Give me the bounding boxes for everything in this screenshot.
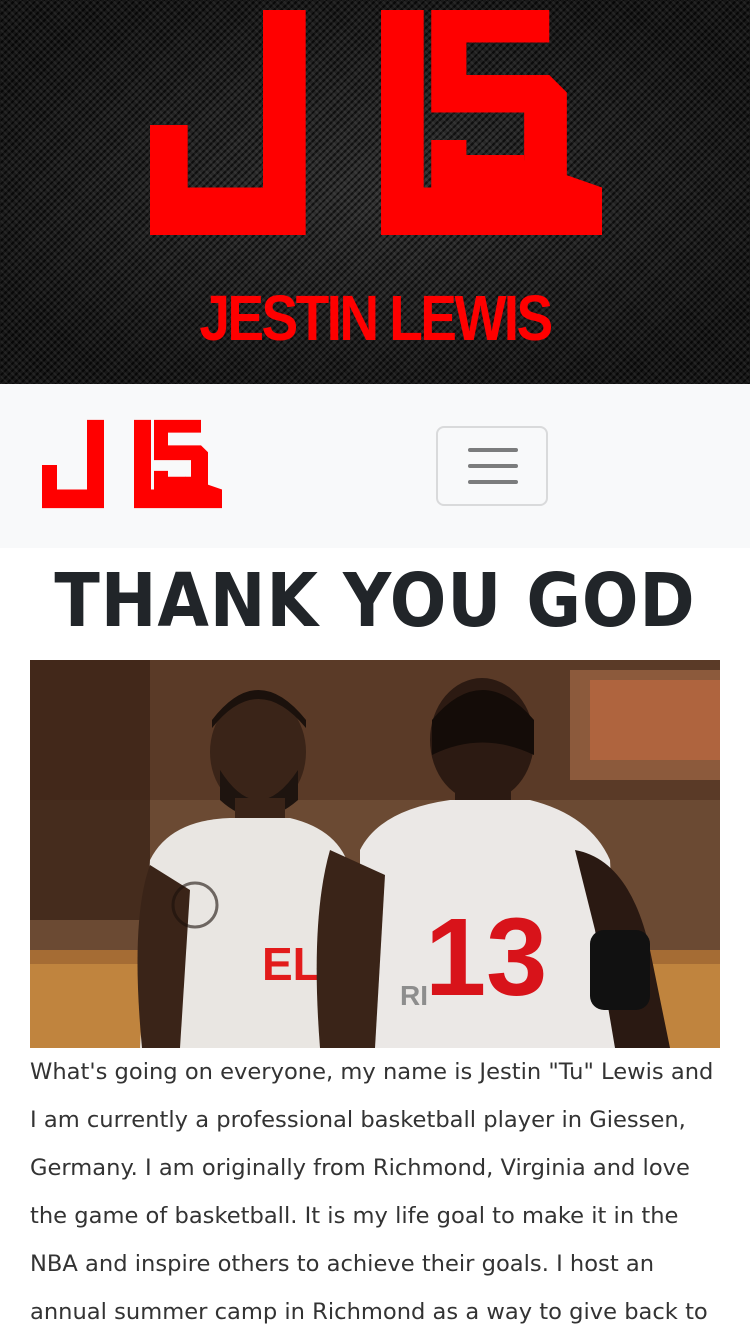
- hero-name: JESTIN LEWIS: [199, 282, 553, 354]
- navbar: [0, 384, 750, 548]
- photo-illustration: EL 13 RI: [30, 660, 720, 1048]
- bio-paragraph: What's going on everyone, my name is Jes…: [30, 1059, 714, 1325]
- jl5-logo-icon[interactable]: [42, 416, 222, 514]
- navbar-toggler-button[interactable]: [436, 426, 548, 506]
- basketball-players-photo: EL 13 RI: [30, 660, 720, 1048]
- jl5-logo-icon: [150, 10, 602, 235]
- hero-banner: JESTIN LEWIS: [0, 0, 750, 384]
- svg-text:13: 13: [425, 896, 547, 1019]
- page-title: THANK YOU GOD: [54, 558, 696, 644]
- svg-text:RI: RI: [400, 980, 428, 1011]
- svg-text:EL: EL: [262, 938, 321, 990]
